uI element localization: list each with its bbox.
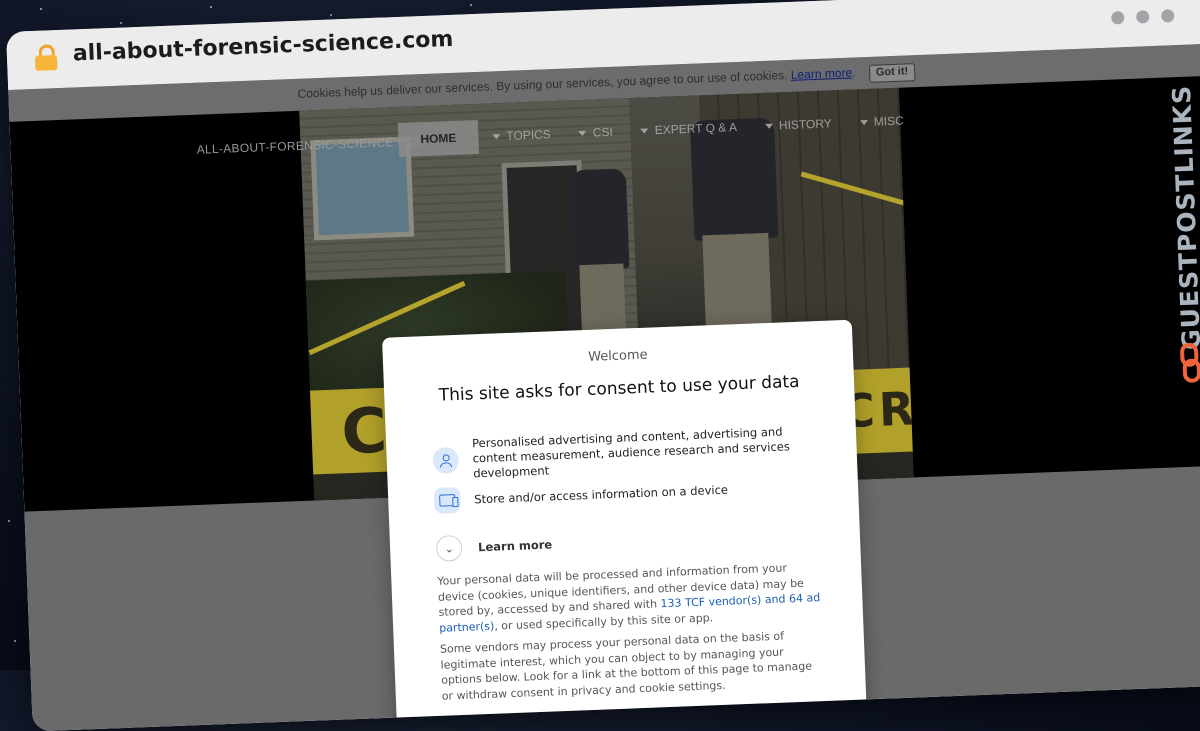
chevron-down-icon: [578, 131, 587, 137]
lock-icon: [34, 44, 58, 71]
chevron-down-icon: [640, 128, 649, 135]
consent-purpose-item: Personalised advertising and content, ad…: [432, 423, 827, 483]
address-bar-url[interactable]: all-about-forensic-science.com: [72, 27, 453, 67]
consent-purpose-label: Store and/or access information on a dev…: [473, 482, 729, 506]
consent-paragraph-2: Some vendors may process your personal d…: [439, 629, 813, 703]
nav-history[interactable]: HISTORY: [750, 106, 846, 144]
nav-topics[interactable]: TOPICS: [478, 117, 566, 154]
watermark-text: GUESTPOSTLINKS: [1166, 84, 1200, 351]
person-icon: [432, 446, 460, 474]
cookie-got-it-button[interactable]: Got it!: [868, 63, 916, 83]
chevron-down-icon: [764, 123, 774, 130]
chevron-down-icon: [859, 120, 868, 126]
chevron-down-icon: [492, 134, 501, 140]
nav-history-label: HISTORY: [778, 116, 833, 133]
consent-purpose-label: Personalised advertising and content, ad…: [471, 424, 791, 481]
nav-topics-label: TOPICS: [506, 127, 552, 143]
chain-link-icon: [1180, 342, 1200, 383]
nav-home[interactable]: HOME: [397, 119, 480, 158]
nav-misc[interactable]: MISC: [845, 103, 918, 140]
nav-misc-label: MISC: [873, 113, 904, 129]
nav-csi-label: CSI: [592, 124, 614, 140]
chevron-down-icon[interactable]: ⌄: [435, 534, 463, 562]
window-dot-icon[interactable]: [1160, 9, 1175, 23]
window-dot-icon[interactable]: [1111, 11, 1125, 25]
cookie-message-end: .: [851, 65, 856, 80]
nav-expert-label: EXPERT Q & A: [654, 120, 738, 138]
page-viewport: Cookies help us deliver our services. By…: [8, 44, 1200, 731]
window-controls: [1111, 9, 1175, 25]
window-dot-icon[interactable]: [1136, 10, 1150, 24]
browser-window: all-about-forensic-science.com Cookies h…: [6, 0, 1200, 731]
nav-csi[interactable]: CSI: [564, 114, 627, 150]
consent-paragraph-1-text: Your personal data will be processed and…: [437, 561, 805, 619]
consent-paragraph-1: Your personal data will be processed and…: [437, 559, 823, 636]
cookie-learn-more-link[interactable]: Learn more: [791, 66, 853, 82]
consent-heading: This site asks for consent to use your d…: [438, 371, 800, 406]
consent-welcome: Welcome: [587, 347, 648, 365]
consent-learn-more-toggle[interactable]: ⌄ Learn more: [435, 531, 553, 562]
consent-dialog: Welcome This site asks for consent to us…: [382, 319, 868, 731]
nav-expert-qa[interactable]: EXPERT Q & A: [626, 109, 751, 148]
consent-learn-more-label: Learn more: [477, 537, 553, 555]
device-icon: [433, 486, 461, 514]
